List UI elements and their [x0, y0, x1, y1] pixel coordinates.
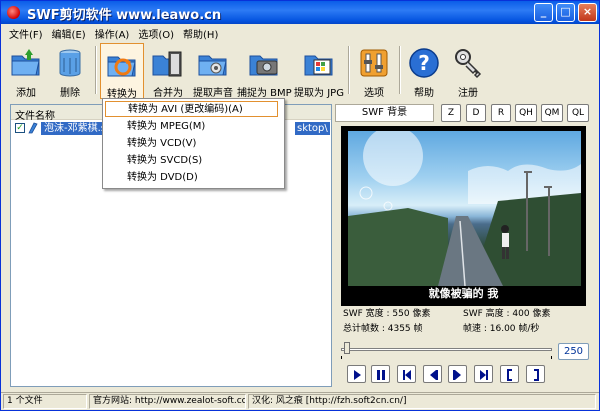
previous-frame-button[interactable]: [423, 365, 442, 383]
bracket-right-icon: [534, 369, 539, 381]
toolbar-separator: [348, 46, 350, 94]
options-button[interactable]: 选项: [353, 43, 395, 99]
camera-folder-icon: [249, 55, 278, 76]
pause-icon: [377, 370, 385, 380]
swf-file-icon: [28, 122, 38, 134]
convert-dropdown-menu: 转换为 AVI (更改编码)(A) 转换为 MPEG(M) 转换为 VCD(V)…: [102, 98, 285, 189]
menu-convert-dvd[interactable]: 转换为 DVD(D): [127, 170, 198, 186]
trash-icon: [59, 49, 81, 77]
step-back-icon: [430, 370, 438, 380]
audio-folder-icon: [198, 55, 227, 76]
bracket-left-icon: [507, 369, 512, 381]
menu-bar: 文件(F) 编辑(E) 操作(A) 选项(O) 帮助(H): [1, 24, 599, 41]
toolbar: 添加 删除 转换为 合并为 提取声音 捕捉为 BMP 提取为 JPG 选项 ? …: [1, 42, 599, 100]
image-folder-icon: [304, 55, 333, 76]
toolbar-separator: [399, 46, 401, 94]
slider-ticks: [341, 356, 552, 359]
menu-action[interactable]: 操作(A): [91, 24, 135, 41]
window-title: SWF剪切软件 www.leawo.cn: [27, 8, 222, 23]
scene-drawing: [348, 131, 581, 286]
title-bar[interactable]: SWF剪切软件 www.leawo.cn _ □ ×: [1, 1, 599, 24]
svg-text:?: ?: [418, 51, 430, 75]
quality-low-button[interactable]: QL: [567, 104, 589, 122]
minimize-button[interactable]: _: [534, 3, 553, 22]
frame-counter[interactable]: 250: [558, 343, 589, 360]
mark-in-button[interactable]: [500, 365, 519, 383]
merge-button[interactable]: 合并为: [147, 43, 189, 99]
main-window: SWF剪切软件 www.leawo.cn _ □ × 文件(F) 编辑(E) 操…: [0, 0, 600, 411]
zoom-d-button[interactable]: D: [466, 104, 486, 122]
menu-edit[interactable]: 编辑(E): [48, 24, 91, 41]
close-button[interactable]: ×: [578, 3, 597, 22]
frame-slider-thumb[interactable]: [344, 342, 350, 354]
row-file-name: 泡沫-邓紫棋.s: [41, 122, 109, 135]
column-file-name[interactable]: 文件名称: [15, 107, 55, 122]
add-label: 添加: [16, 88, 36, 99]
convert-button[interactable]: 转换为: [100, 43, 144, 100]
app-icon: [7, 6, 20, 19]
skip-end-icon: [480, 370, 488, 380]
total-frames-info: 总计帧数 : 4355 帧: [343, 324, 423, 334]
capture-bmp-label: 捕捉为 BMP: [237, 88, 292, 99]
key-icon: [455, 49, 482, 79]
preview-image: [348, 131, 581, 286]
merge-icon: [152, 51, 182, 77]
first-frame-button[interactable]: [397, 365, 416, 383]
extract-jpg-label: 提取为 JPG: [294, 88, 344, 99]
maximize-button[interactable]: □: [556, 3, 575, 22]
capture-bmp-button[interactable]: 捕捉为 BMP: [237, 43, 292, 99]
delete-button[interactable]: 删除: [49, 43, 91, 99]
merge-label: 合并为: [153, 88, 183, 99]
help-button[interactable]: ? 帮助: [404, 43, 444, 99]
status-file-count: 1 个文件: [3, 394, 87, 409]
last-frame-button[interactable]: [474, 365, 493, 383]
register-label: 注册: [458, 88, 478, 99]
play-icon: [354, 370, 361, 380]
menu-convert-mpeg[interactable]: 转换为 MPEG(M): [127, 119, 205, 135]
extract-audio-button[interactable]: 提取声音: [190, 43, 236, 99]
skip-start-icon: [403, 370, 411, 380]
tab-swf-background[interactable]: SWF 背景: [335, 104, 434, 122]
menu-convert-svcd[interactable]: 转换为 SVCD(S): [127, 153, 202, 169]
extract-jpg-button[interactable]: 提取为 JPG: [293, 43, 345, 99]
menu-convert-avi[interactable]: 转换为 AVI (更改编码)(A): [105, 101, 278, 117]
folder-icon: [11, 49, 40, 76]
help-icon: ?: [409, 48, 439, 78]
settings-icon: [360, 49, 388, 77]
swf-preview: 就像被骗的 我: [341, 126, 586, 306]
swf-width-info: SWF 宽度 : 550 像素: [343, 309, 431, 319]
mark-out-button[interactable]: [526, 365, 545, 383]
menu-help[interactable]: 帮助(H): [179, 24, 223, 41]
swf-height-info: SWF 高度 : 400 像素: [463, 309, 551, 319]
quality-medium-button[interactable]: QM: [541, 104, 563, 122]
frame-slider-track[interactable]: [341, 348, 552, 351]
play-button[interactable]: [347, 365, 366, 383]
status-bar: 1 个文件 官方网站: http://www.zealot-soft.cc 汉化…: [1, 392, 599, 410]
pause-button[interactable]: [371, 365, 390, 383]
delete-label: 删除: [60, 88, 80, 99]
quality-high-button[interactable]: QH: [515, 104, 537, 122]
row-checkbox[interactable]: ✓: [15, 123, 25, 133]
convert-folder-icon: [107, 56, 136, 77]
step-forward-icon: [453, 370, 461, 380]
options-label: 选项: [364, 88, 384, 99]
zoom-r-button[interactable]: R: [491, 104, 511, 122]
status-website: 官方网站: http://www.zealot-soft.cc: [89, 394, 246, 409]
menu-options[interactable]: 选项(O): [134, 24, 179, 41]
menu-file[interactable]: 文件(F): [5, 24, 48, 41]
preview-caption: 就像被骗的 我: [428, 287, 499, 300]
zoom-z-button[interactable]: Z: [441, 104, 461, 122]
next-frame-button[interactable]: [448, 365, 467, 383]
extract-audio-label: 提取声音: [193, 88, 233, 99]
add-button[interactable]: 添加: [5, 43, 47, 99]
help-label: 帮助: [414, 88, 434, 99]
frame-rate-info: 帧速 : 16.00 帧/秒: [463, 324, 540, 334]
status-localization: 汉化: 风之痕 [http://fzh.soft2cn.cn/]: [248, 394, 596, 409]
register-button[interactable]: 注册: [447, 43, 489, 99]
menu-convert-vcd[interactable]: 转换为 VCD(V): [127, 136, 196, 152]
toolbar-separator: [95, 46, 97, 94]
row-file-path: sktop\: [295, 122, 330, 135]
